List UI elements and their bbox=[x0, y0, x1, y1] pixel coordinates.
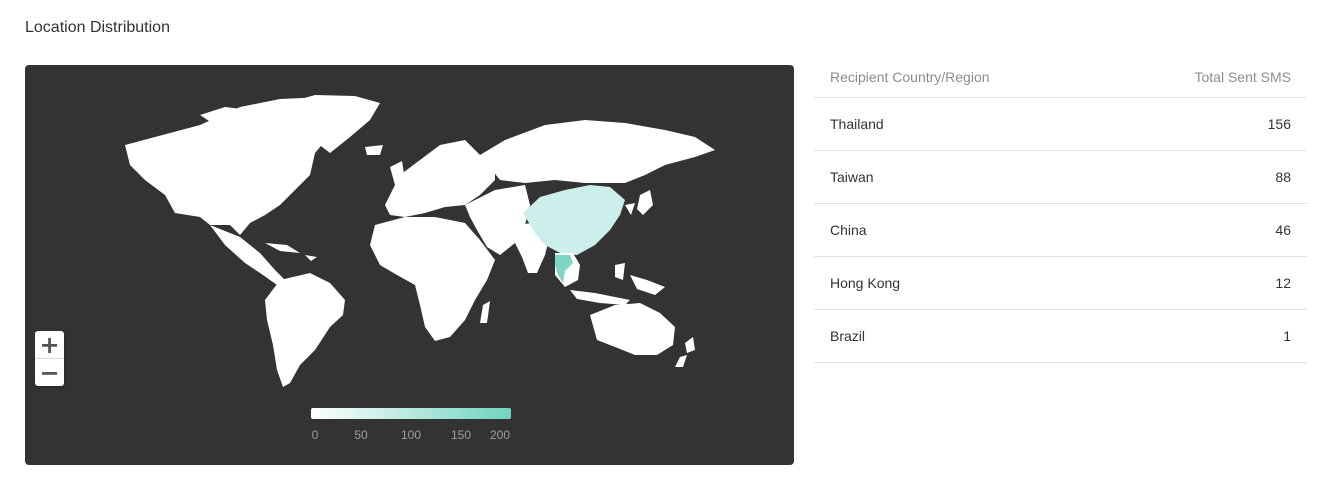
legend-tick: 150 bbox=[450, 428, 472, 442]
africa-landmass[interactable] bbox=[370, 217, 495, 341]
table-row: Taiwan 88 bbox=[814, 151, 1307, 204]
legend-tick: 200 bbox=[489, 428, 511, 442]
world-map[interactable]: + − 0 50 100 150 200 bbox=[25, 65, 794, 465]
table-row: Brazil 1 bbox=[814, 310, 1307, 363]
legend-tick: 100 bbox=[400, 428, 422, 442]
color-legend: 0 50 100 150 200 bbox=[311, 408, 511, 442]
table-row: Hong Kong 12 bbox=[814, 257, 1307, 310]
country-cell: Hong Kong bbox=[830, 275, 901, 291]
zoom-in-button[interactable]: + bbox=[35, 331, 64, 358]
australia-landmass[interactable] bbox=[590, 303, 675, 355]
south-america-landmass[interactable] bbox=[265, 273, 345, 387]
zoom-control: + − bbox=[35, 331, 64, 386]
british-isles[interactable] bbox=[365, 145, 405, 185]
table-row: China 46 bbox=[814, 204, 1307, 257]
caribbean-islands[interactable] bbox=[265, 243, 317, 261]
zoom-out-button[interactable]: − bbox=[35, 358, 64, 386]
country-cell: Taiwan bbox=[830, 169, 874, 185]
legend-tick: 50 bbox=[354, 428, 368, 442]
world-map-canvas[interactable] bbox=[25, 65, 794, 465]
country-cell: Thailand bbox=[830, 116, 884, 132]
legend-ticks: 0 50 100 150 200 bbox=[311, 428, 511, 442]
total-cell: 46 bbox=[1275, 222, 1291, 238]
total-cell: 1 bbox=[1283, 328, 1291, 344]
country-cell: China bbox=[830, 222, 867, 238]
table-header: Recipient Country/Region Total Sent SMS bbox=[814, 57, 1307, 98]
table-row: Thailand 156 bbox=[814, 98, 1307, 151]
section-title: Location Distribution bbox=[25, 19, 170, 36]
japan-korea-landmass[interactable] bbox=[625, 190, 653, 215]
country-table: Recipient Country/Region Total Sent SMS … bbox=[814, 57, 1307, 363]
country-cell: Brazil bbox=[830, 328, 866, 344]
russia-landmass[interactable] bbox=[480, 120, 715, 183]
total-cell: 88 bbox=[1275, 169, 1291, 185]
central-america-landmass[interactable] bbox=[210, 225, 285, 285]
new-zealand-landmass[interactable] bbox=[675, 337, 695, 367]
legend-gradient-bar bbox=[311, 408, 511, 419]
madagascar-landmass[interactable] bbox=[480, 301, 490, 323]
indonesia-islands[interactable] bbox=[570, 263, 665, 305]
legend-tick: 0 bbox=[311, 428, 319, 442]
total-cell: 156 bbox=[1267, 116, 1291, 132]
total-cell: 12 bbox=[1275, 275, 1291, 291]
column-header-country[interactable]: Recipient Country/Region bbox=[830, 69, 990, 85]
column-header-total[interactable]: Total Sent SMS bbox=[1195, 69, 1292, 85]
